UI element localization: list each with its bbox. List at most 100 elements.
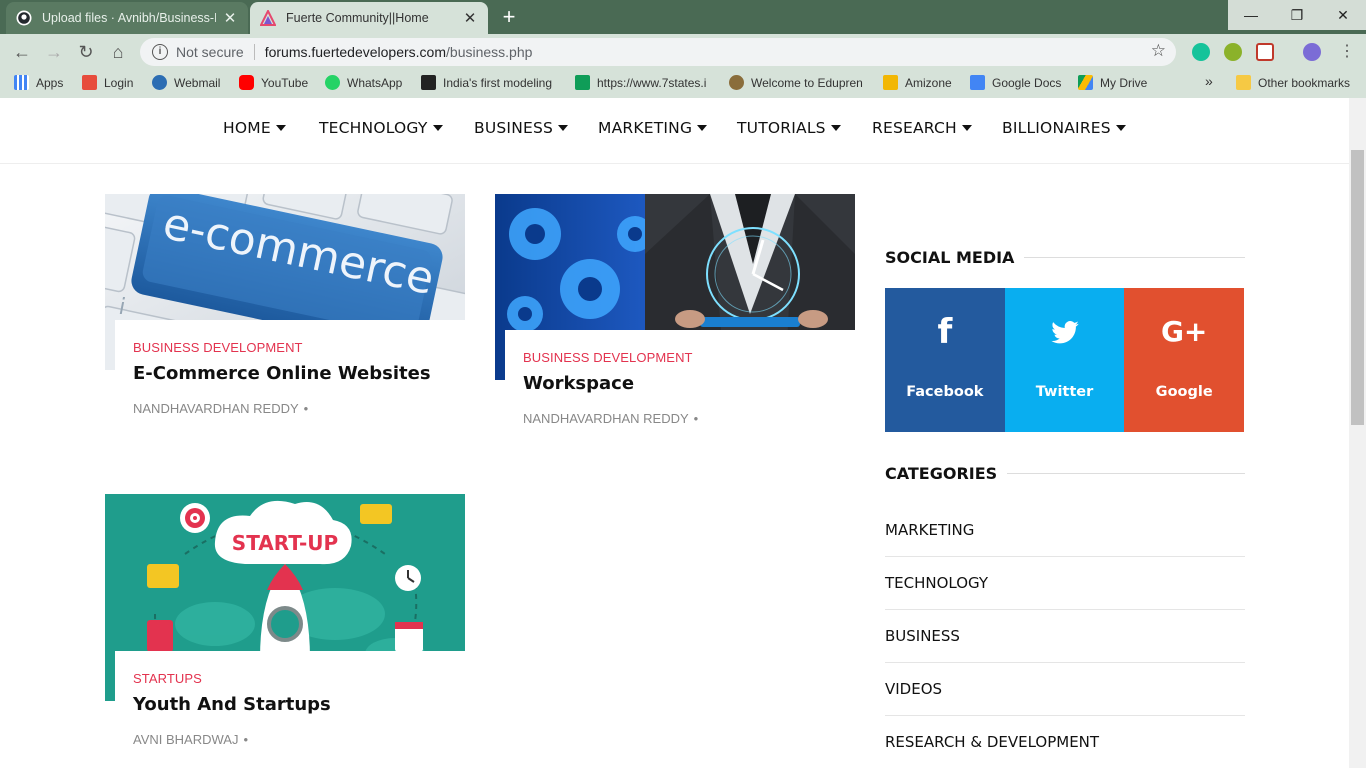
profile-avatar[interactable] bbox=[1303, 43, 1321, 61]
drive-icon bbox=[1078, 75, 1093, 90]
bookmark-7states[interactable]: https://www.7states.i bbox=[575, 75, 717, 90]
author-name[interactable]: NANDHAVARDHAN REDDY bbox=[523, 411, 689, 426]
bookmark-amizone[interactable]: Amizone bbox=[883, 75, 952, 90]
nav-label: BUSINESS bbox=[474, 119, 554, 137]
nav-label: HOME bbox=[223, 119, 271, 137]
tab-title: Upload files · Avnibh/Business-Bl bbox=[42, 11, 216, 25]
bookmark-label: Amizone bbox=[905, 75, 952, 90]
menu-kebab-icon[interactable]: ⋮ bbox=[1334, 40, 1360, 64]
bookmark-edupren[interactable]: Welcome to Edupren bbox=[729, 75, 867, 90]
home-icon[interactable]: ⌂ bbox=[105, 40, 131, 64]
minimize-icon[interactable]: — bbox=[1228, 0, 1274, 30]
main-navigation: HOME TECHNOLOGY BUSINESS MARKETING TUTOR… bbox=[0, 98, 1349, 164]
social-label: Facebook bbox=[906, 384, 984, 400]
post-card[interactable]: BUSINESS DEVELOPMENT Workspace NANDHAVAR… bbox=[495, 194, 855, 454]
caret-down-icon bbox=[432, 125, 443, 131]
url-path: /business.php bbox=[446, 44, 533, 60]
twitter-button[interactable]: Twitter bbox=[1004, 288, 1125, 432]
nav-home[interactable]: HOME bbox=[223, 119, 286, 137]
facebook-button[interactable]: f Facebook bbox=[885, 288, 1005, 432]
post-title[interactable]: E-Commerce Online Websites bbox=[133, 363, 465, 384]
dot-separator: • bbox=[303, 401, 309, 416]
nav-label: RESEARCH bbox=[872, 119, 957, 137]
post-title[interactable]: Youth And Startups bbox=[133, 694, 465, 715]
folder-icon bbox=[1236, 75, 1251, 90]
author-name[interactable]: NANDHAVARDHAN REDDY bbox=[133, 401, 299, 416]
tab-title: Fuerte Community||Home bbox=[286, 11, 429, 25]
bookmark-star-icon[interactable]: ☆ bbox=[1151, 41, 1166, 61]
tab-fuerte-community[interactable]: Fuerte Community||Home ✕ bbox=[250, 2, 488, 34]
login-icon bbox=[82, 75, 97, 90]
nav-technology[interactable]: TECHNOLOGY bbox=[319, 119, 443, 137]
category-item-business[interactable]: BUSINESS bbox=[885, 610, 1245, 663]
browser-toolbar: ← → ↻ ⌂ i Not secure forums.fuertedevelo… bbox=[0, 34, 1366, 70]
new-tab-button[interactable]: + bbox=[497, 6, 521, 30]
post-card[interactable]: e-commerce i BUSINESS DEVELOPMENT E-Comm… bbox=[105, 194, 465, 444]
tab-upload-files[interactable]: Upload files · Avnibh/Business-Bl ✕ bbox=[6, 2, 248, 34]
address-bar[interactable]: i Not secure forums.fuertedevelopers.com… bbox=[140, 38, 1176, 66]
post-title[interactable]: Workspace bbox=[523, 373, 855, 394]
reload-icon[interactable]: ↻ bbox=[73, 40, 99, 64]
nav-research[interactable]: RESEARCH bbox=[872, 119, 972, 137]
category-list: MARKETING TECHNOLOGY BUSINESS VIDEOS RES… bbox=[885, 504, 1245, 768]
post-summary: STARTUPS Youth And Startups AVNI BHARDWA… bbox=[115, 651, 465, 768]
category-item-marketing[interactable]: MARKETING bbox=[885, 504, 1245, 557]
google-plus-icon: G+ bbox=[1160, 315, 1208, 348]
author-name[interactable]: AVNI BHARDWAJ bbox=[133, 732, 238, 747]
heading-text: CATEGORIES bbox=[885, 464, 998, 483]
social-media-heading: SOCIAL MEDIA bbox=[885, 248, 1245, 267]
edupren-icon bbox=[729, 75, 744, 90]
pocket-icon[interactable] bbox=[1256, 43, 1274, 61]
grammarly-icon[interactable] bbox=[1192, 43, 1210, 61]
bookmark-login[interactable]: Login bbox=[82, 75, 133, 90]
dot-separator: • bbox=[243, 732, 249, 747]
info-icon[interactable]: i bbox=[152, 44, 168, 60]
close-tab-icon[interactable]: ✕ bbox=[222, 9, 238, 27]
post-category[interactable]: BUSINESS DEVELOPMENT bbox=[133, 340, 465, 355]
post-author: NANDHAVARDHAN REDDY • bbox=[523, 411, 855, 426]
bookmark-google-docs[interactable]: Google Docs bbox=[970, 75, 1061, 90]
social-label: Twitter bbox=[1035, 384, 1094, 400]
bookmark-modeling[interactable]: India's first modeling bbox=[421, 75, 561, 90]
extension-icon[interactable] bbox=[1224, 43, 1242, 61]
bookmark-my-drive[interactable]: My Drive bbox=[1078, 75, 1147, 90]
category-item-videos[interactable]: VIDEOS bbox=[885, 663, 1245, 716]
post-category[interactable]: BUSINESS DEVELOPMENT bbox=[523, 350, 855, 365]
category-item-research[interactable]: RESEARCH & DEVELOPMENT bbox=[885, 716, 1245, 768]
bookmark-webmail[interactable]: Webmail bbox=[152, 75, 220, 90]
seven-icon bbox=[421, 75, 436, 90]
bookmarks-bar: Apps Login Webmail YouTube WhatsApp Indi… bbox=[0, 70, 1366, 98]
google-button[interactable]: G+ Google bbox=[1124, 288, 1245, 432]
bookmark-apps[interactable]: Apps bbox=[14, 75, 63, 90]
post-category[interactable]: STARTUPS bbox=[133, 671, 465, 686]
twitter-icon bbox=[1050, 314, 1080, 350]
bookmark-youtube[interactable]: YouTube bbox=[239, 75, 308, 90]
bookmarks-overflow-button[interactable]: » bbox=[1205, 73, 1213, 89]
nav-marketing[interactable]: MARKETING bbox=[598, 119, 708, 137]
url-text: forums.fuertedevelopers.com/business.php bbox=[265, 44, 533, 60]
caret-down-icon bbox=[275, 125, 286, 131]
back-icon[interactable]: ← bbox=[9, 40, 35, 64]
post-card[interactable]: START-UP STARTUPS Youth And Startups AVN… bbox=[105, 494, 465, 768]
nav-tutorials[interactable]: TUTORIALS bbox=[737, 119, 841, 137]
close-tab-icon[interactable]: ✕ bbox=[462, 9, 478, 27]
category-item-technology[interactable]: TECHNOLOGY bbox=[885, 557, 1245, 610]
startup-cloud-text: START-UP bbox=[232, 531, 338, 555]
nav-business[interactable]: BUSINESS bbox=[474, 119, 569, 137]
heading-rule bbox=[1024, 257, 1245, 258]
nav-billionaires[interactable]: BILLIONAIRES bbox=[1002, 119, 1126, 137]
bookmark-whatsapp[interactable]: WhatsApp bbox=[325, 75, 402, 90]
bookmark-label: https://www.7states.i bbox=[597, 75, 707, 90]
other-bookmarks[interactable]: Other bookmarks bbox=[1236, 75, 1350, 90]
close-window-icon[interactable]: ✕ bbox=[1320, 0, 1366, 30]
heading-text: SOCIAL MEDIA bbox=[885, 248, 1015, 267]
forward-icon[interactable]: → bbox=[41, 40, 67, 64]
restore-icon[interactable]: ❐ bbox=[1274, 0, 1320, 30]
dot-separator: • bbox=[693, 411, 699, 426]
page-scrollbar[interactable] bbox=[1349, 98, 1366, 768]
scrollbar-thumb[interactable] bbox=[1351, 150, 1364, 425]
page-content: HOME TECHNOLOGY BUSINESS MARKETING TUTOR… bbox=[0, 98, 1366, 768]
sheets-icon bbox=[575, 75, 590, 90]
caret-down-icon bbox=[1115, 125, 1126, 131]
nav-label: MARKETING bbox=[598, 119, 693, 137]
